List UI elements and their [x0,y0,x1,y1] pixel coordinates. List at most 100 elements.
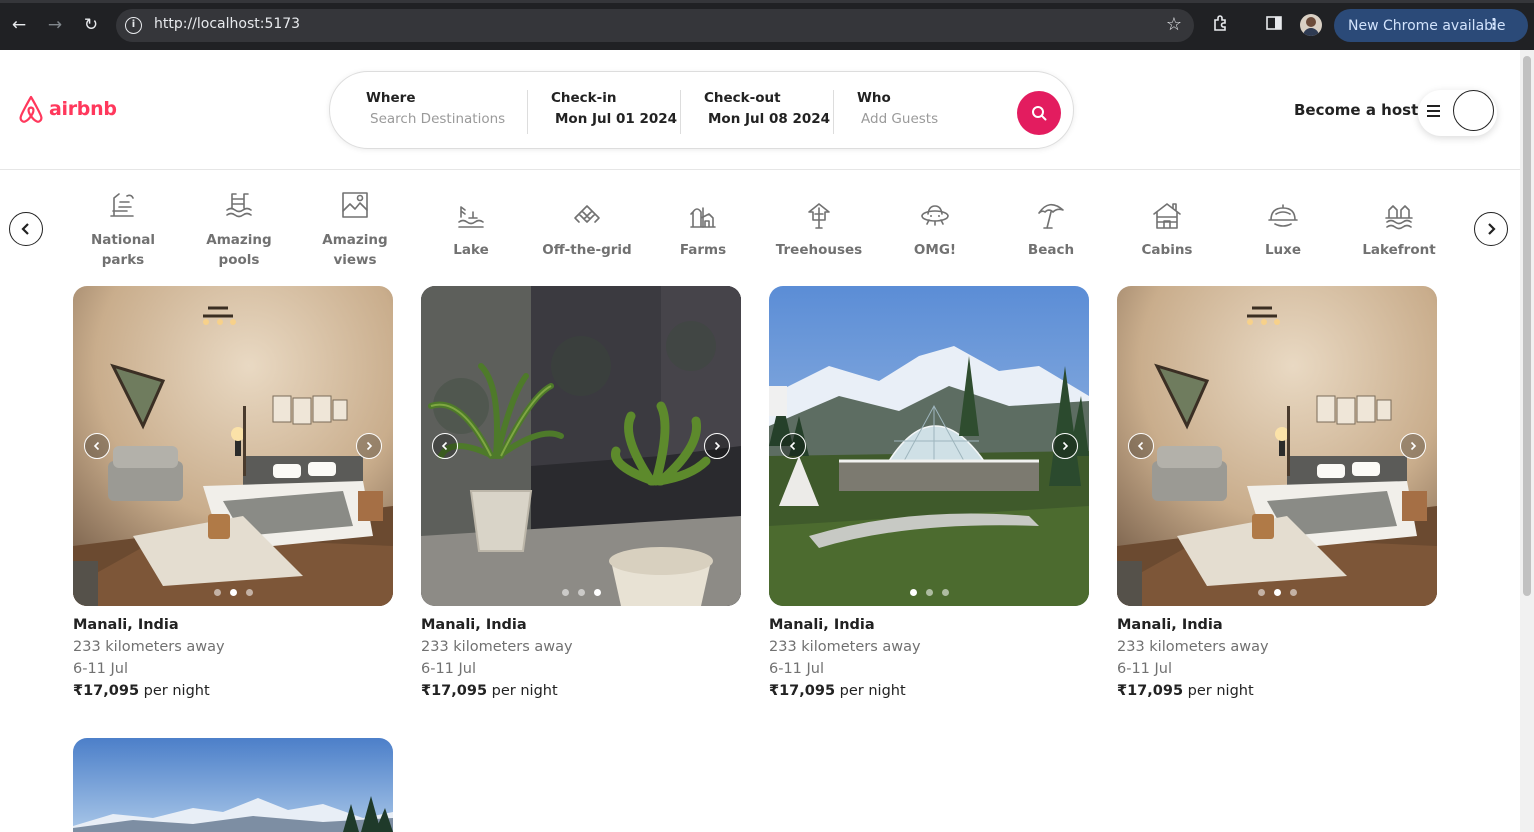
photo-prev-button[interactable] [84,433,110,459]
listing-price: ₹17,095 per night [73,683,393,699]
where-placeholder[interactable]: Search Destinations [370,111,505,127]
address-bar[interactable]: i http://localhost:5173 ☆ [116,9,1194,42]
side-panel-icon[interactable] [1263,14,1285,36]
checkin-field[interactable]: Check-in Mon Jul 01 2024 [551,90,677,127]
lake-icon [421,200,521,230]
back-icon[interactable]: ← [7,13,31,37]
category-cabins[interactable]: Cabins [1117,190,1217,260]
chevron-right-icon [714,441,721,451]
who-placeholder[interactable]: Add Guests [861,111,938,127]
carousel-dot[interactable] [593,589,601,596]
become-host-link[interactable]: Become a host [1294,101,1418,119]
tab-strip-edge [0,0,1534,3]
checkout-value[interactable]: Mon Jul 08 2024 [708,111,830,127]
site-info-icon[interactable]: i [125,17,142,34]
photo-next-button[interactable] [704,433,730,459]
category-lake[interactable]: Lake [421,190,521,260]
listing-dates: 6-11 Jul [769,661,825,677]
listing-image [769,286,1089,606]
listing-card[interactable]: Manali, India 233 kilometers away 6-11 J… [769,286,1089,699]
price-unit: per night [839,683,906,699]
user-menu-button[interactable] [1418,90,1497,136]
carousel-dot[interactable] [1273,589,1281,596]
search-icon [1032,106,1047,121]
listing-card[interactable]: Manali, India 233 kilometers away 6-11 J… [421,286,741,699]
carousel-dot[interactable] [909,589,917,596]
photo-next-button[interactable] [1400,433,1426,459]
reload-icon[interactable]: ↻ [79,13,103,37]
category-bar: National parks Amazing pools Amazing vie… [0,170,1520,280]
carousel-dot[interactable] [577,589,585,596]
carousel-dot[interactable] [561,589,569,596]
search-button[interactable] [1017,91,1061,135]
listing-photo[interactable] [769,286,1089,606]
category-label: Beach [1027,242,1075,258]
listing-photo[interactable] [421,286,741,606]
search-divider [680,90,681,134]
menu-dots-icon[interactable]: ⋮ [1334,15,1534,33]
listing-price: ₹17,095 per night [1117,683,1437,699]
where-field[interactable]: Where Search Destinations [366,90,505,127]
profile-avatar[interactable] [1300,14,1322,36]
listing-price: ₹17,095 per night [421,683,741,699]
listing-price: ₹17,095 per night [769,683,1089,699]
listing-card[interactable]: Manali, India 233 kilometers away 6-11 J… [1117,286,1437,699]
listing-photo[interactable] [1117,286,1437,606]
extensions-icon[interactable] [1210,14,1232,36]
category-omg[interactable]: OMG! [885,190,985,260]
category-amazing[interactable]: Amazing views [305,190,405,270]
carousel-dot[interactable] [229,589,237,596]
url-text[interactable]: http://localhost:5173 [154,16,300,32]
cabin-icon [1117,200,1217,230]
category-treehouses[interactable]: Treehouses [769,190,869,260]
photo-prev-button[interactable] [780,433,806,459]
carousel-dot[interactable] [245,589,253,596]
carousel-dot[interactable] [1289,589,1297,596]
listing-photo[interactable] [73,286,393,606]
carousel-dot[interactable] [925,589,933,596]
bookmark-star-icon[interactable]: ☆ [1166,14,1182,35]
search-bar: Where Search Destinations Check-in Mon J… [329,71,1074,149]
photo-prev-button[interactable] [432,433,458,459]
airbnb-logo[interactable]: airbnb [17,94,117,124]
who-field[interactable]: Who Add Guests [857,90,938,127]
site-header: airbnb Where Search Destinations Check-i… [0,50,1520,170]
listing-distance: 233 kilometers away [73,639,225,655]
forward-icon[interactable]: → [43,13,67,37]
chevron-right-icon [366,441,373,451]
category-next-button[interactable] [1474,212,1508,246]
category-prev-button[interactable] [9,212,43,246]
who-label: Who [857,90,891,106]
checkout-field[interactable]: Check-out Mon Jul 08 2024 [704,90,830,127]
carousel-dot[interactable] [941,589,949,596]
carousel-dots [421,589,741,596]
checkin-value[interactable]: Mon Jul 01 2024 [555,111,677,127]
photo-next-button[interactable] [356,433,382,459]
airbnb-logo-icon [19,95,43,123]
category-label: Off-the-grid [542,242,632,258]
price-amount: ₹17,095 [73,683,140,699]
browser-toolbar: ← → ↻ i http://localhost:5173 ☆ New Chro… [0,0,1534,50]
scrollbar-thumb[interactable] [1523,56,1531,596]
listing-image [421,286,741,606]
category-amazing[interactable]: Amazing pools [189,190,289,270]
listing-card[interactable]: Manali, India 233 kilometers away 6-11 J… [73,286,393,699]
page-scrollbar[interactable] [1520,50,1534,832]
price-unit: per night [1187,683,1254,699]
category-national[interactable]: National parks [73,190,173,270]
update-chrome-button[interactable]: New Chrome available ⋮ [1334,9,1528,42]
photo-next-button[interactable] [1052,433,1078,459]
listing-image [73,286,393,606]
listing-photo[interactable] [73,738,393,832]
category-lakefront[interactable]: Lakefront [1349,190,1449,260]
category-farms[interactable]: Farms [653,190,753,260]
chevron-right-icon [1488,223,1496,235]
photo-prev-button[interactable] [1128,433,1154,459]
category-label: National parks [90,232,156,268]
carousel-dot[interactable] [1257,589,1265,596]
category-off-the-grid[interactable]: Off-the-grid [537,190,637,260]
carousel-dot[interactable] [213,589,221,596]
category-luxe[interactable]: Luxe [1233,190,1333,260]
listing-card[interactable] [73,738,393,832]
category-beach[interactable]: Beach [1001,190,1101,260]
